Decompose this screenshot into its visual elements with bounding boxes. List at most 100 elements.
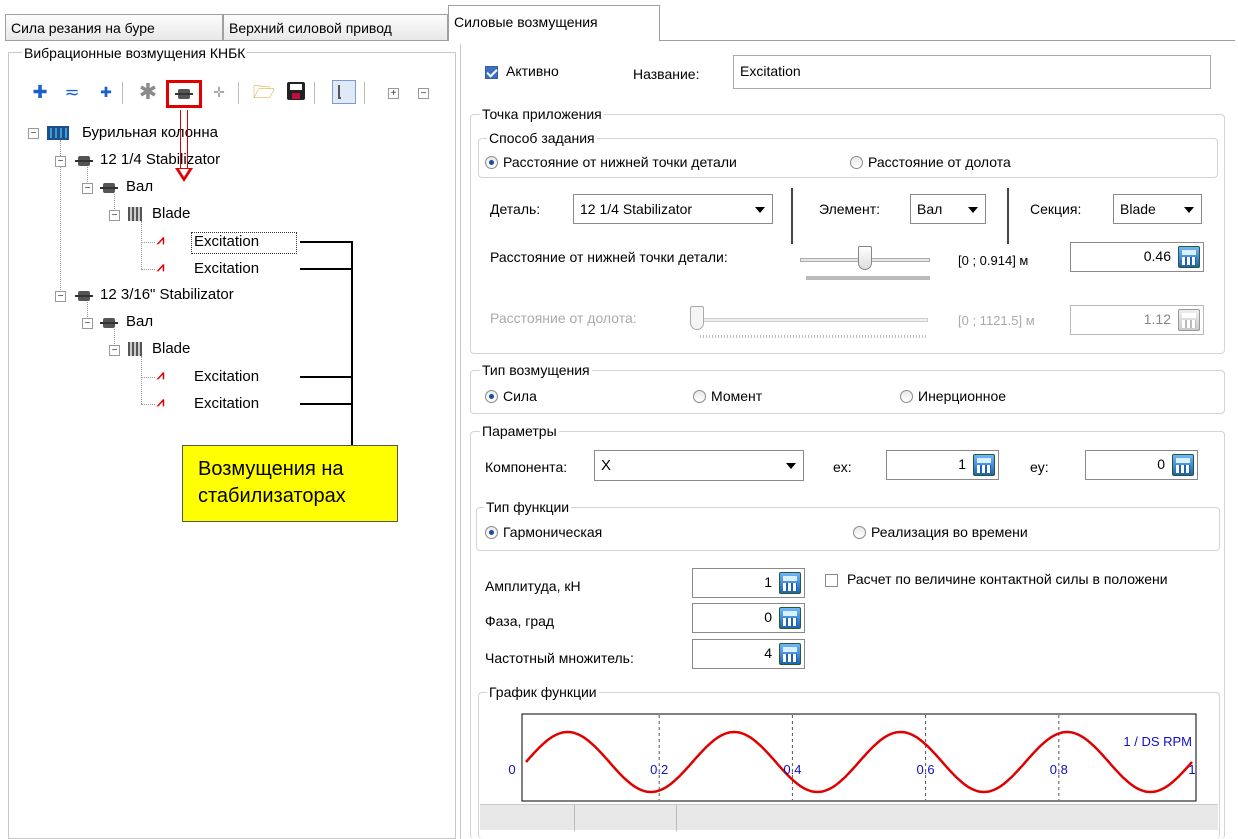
calculator-icon (1178, 309, 1200, 331)
tab-top-drive[interactable]: Верхний силовой привод (223, 14, 448, 40)
element-select-value: Вал (917, 201, 943, 217)
element-label: Элемент: (819, 201, 880, 217)
section-select[interactable]: Blade (1113, 194, 1202, 224)
application-point-title: Точка приложения (480, 106, 604, 122)
chart-status-bar (480, 804, 1218, 831)
active-checkbox-box[interactable] (485, 66, 498, 79)
tree-expander-shaft2[interactable]: − (82, 318, 93, 329)
chevron-down-icon (968, 207, 978, 213)
separator (1007, 188, 1009, 244)
tree-node-blade-2[interactable]: Blade (152, 340, 190, 357)
radio-icon[interactable] (485, 390, 498, 403)
open-folder-icon[interactable]: 🗁 (252, 80, 276, 104)
radio-icon[interactable] (485, 156, 498, 169)
calculator-icon[interactable] (779, 607, 801, 629)
radio-icon[interactable] (693, 390, 706, 403)
excitation-type-inertial[interactable]: Инерционное (900, 388, 1006, 404)
save-icon[interactable] (287, 82, 305, 100)
calculator-icon[interactable] (1172, 454, 1194, 476)
calculator-icon[interactable] (779, 572, 801, 594)
method-option-bottom-label: Расстояние от нижней точки детали (503, 154, 737, 170)
tree-line (141, 242, 155, 243)
tree-expander-stab1[interactable]: − (55, 156, 66, 167)
tree-node-excitation-torque-2[interactable]: Excitation (194, 395, 259, 412)
ey-label: ey: (1030, 459, 1049, 475)
left-panel-title: Вибрационные возмущения КНБК (22, 45, 248, 61)
tree-expander-blade1[interactable]: − (109, 210, 120, 221)
asterisk-icon[interactable]: ✱ (136, 80, 160, 104)
radio-icon[interactable] (485, 526, 498, 539)
ex-label: ex: (833, 459, 852, 475)
save-icon-shutter (292, 93, 300, 99)
tree-view-glyph (338, 85, 341, 99)
tree-node-excitation-torque-1[interactable]: Excitation (194, 260, 259, 277)
function-chart: 0 0.2 0.4 0.6 0.8 1 1 / DS RPM (508, 713, 1197, 802)
callout-line (351, 241, 353, 446)
separator (791, 188, 793, 244)
excitation-type-moment[interactable]: Момент (693, 388, 762, 404)
toolbar-separator (238, 82, 239, 104)
freq-multiplier-input[interactable]: 4 (692, 639, 805, 669)
tree-line (141, 269, 155, 270)
tree-expander-stab2[interactable]: − (55, 291, 66, 302)
tree-expander-blade2[interactable]: − (109, 345, 120, 356)
name-input[interactable]: Excitation (733, 55, 1211, 89)
radio-icon[interactable] (850, 156, 863, 169)
expand-all-icon[interactable]: + (388, 88, 399, 99)
add-child-icon[interactable]: ✚ (94, 80, 118, 104)
chart-x-label: 1 / DS RPM (1123, 734, 1192, 749)
function-type-timeseries[interactable]: Реализация во времени (853, 524, 1028, 540)
dist-bottom-range: [0 ; 0.914] м (958, 253, 1029, 268)
stabilizer-icon[interactable] (175, 87, 193, 101)
collapse-all-icon[interactable]: − (418, 88, 429, 99)
tree-expander-shaft1[interactable]: − (82, 183, 93, 194)
tree-node-excitation-force-2[interactable]: Excitation (194, 368, 259, 385)
element-select[interactable]: Вал (910, 194, 986, 224)
chart-x-tick-label: 0.4 (783, 762, 801, 777)
method-title: Способ задания (487, 130, 597, 146)
function-graph-title: График функции (487, 684, 599, 700)
calculator-icon[interactable] (779, 643, 801, 665)
tree-node-stabilizer-2[interactable]: 12 3/16" Stabilizator (100, 286, 234, 303)
tree-node-stabilizer-1[interactable]: 12 1/4 Stabilizator (100, 151, 220, 168)
tree-node-shaft-2[interactable]: Вал (126, 313, 153, 330)
tab-cutting-force[interactable]: Сила резания на буре (5, 14, 223, 40)
dist-bottom-slider-thumb[interactable] (858, 246, 872, 270)
dist-bottom-label: Расстояние от нижней точки детали: (490, 249, 728, 265)
phase-input[interactable]: 0 (692, 603, 805, 633)
method-option-bottom[interactable]: Расстояние от нижней точки детали (485, 154, 737, 170)
ex-input[interactable]: 1 (886, 450, 999, 480)
tree-node-excitation-force-1[interactable]: Excitation (194, 233, 259, 250)
amplitude-value: 1 (764, 574, 772, 590)
part-select[interactable]: 12 1/4 Stabilizator (573, 194, 773, 224)
status-divider (676, 805, 677, 831)
method-option-bit[interactable]: Расстояние от долота (850, 154, 1011, 170)
calculator-icon[interactable] (973, 454, 995, 476)
dist-bottom-input[interactable]: 0.46 (1070, 242, 1204, 272)
tree-node-blade-1[interactable]: Blade (152, 205, 190, 222)
excitation-type-force[interactable]: Сила (485, 388, 537, 404)
tree-expander-root[interactable]: − (28, 128, 39, 139)
active-checkbox[interactable] (485, 64, 498, 80)
function-type-harmonic[interactable]: Гармоническая (485, 524, 602, 540)
dist-bit-slider-track (696, 318, 928, 322)
contact-force-checkbox[interactable] (825, 572, 838, 588)
radio-icon[interactable] (853, 526, 866, 539)
shaft-icon[interactable]: ✛ (207, 80, 231, 104)
shaft-icon (100, 181, 118, 195)
dist-bit-slider-thumb (690, 306, 704, 330)
remove-excitation-icon[interactable]: ≂ (60, 80, 84, 104)
add-excitation-icon[interactable]: ✚ (28, 80, 52, 104)
tree-node-shaft-1[interactable]: Вал (126, 178, 153, 195)
radio-icon[interactable] (900, 390, 913, 403)
ey-input[interactable]: 0 (1085, 450, 1198, 480)
component-select[interactable]: X (594, 450, 804, 481)
amplitude-input[interactable]: 1 (692, 568, 805, 598)
contact-force-checkbox-box[interactable] (825, 574, 838, 587)
tree-view-toggle-icon[interactable] (332, 80, 356, 104)
tab-force-excitations[interactable]: Силовые возмущения (448, 5, 660, 41)
part-select-value: 12 1/4 Stabilizator (580, 201, 693, 217)
tree-node-drillstring[interactable]: Бурильная колонна (82, 124, 218, 141)
chart-x-tick-label: 1 (1188, 762, 1195, 777)
calculator-icon[interactable] (1178, 246, 1200, 268)
